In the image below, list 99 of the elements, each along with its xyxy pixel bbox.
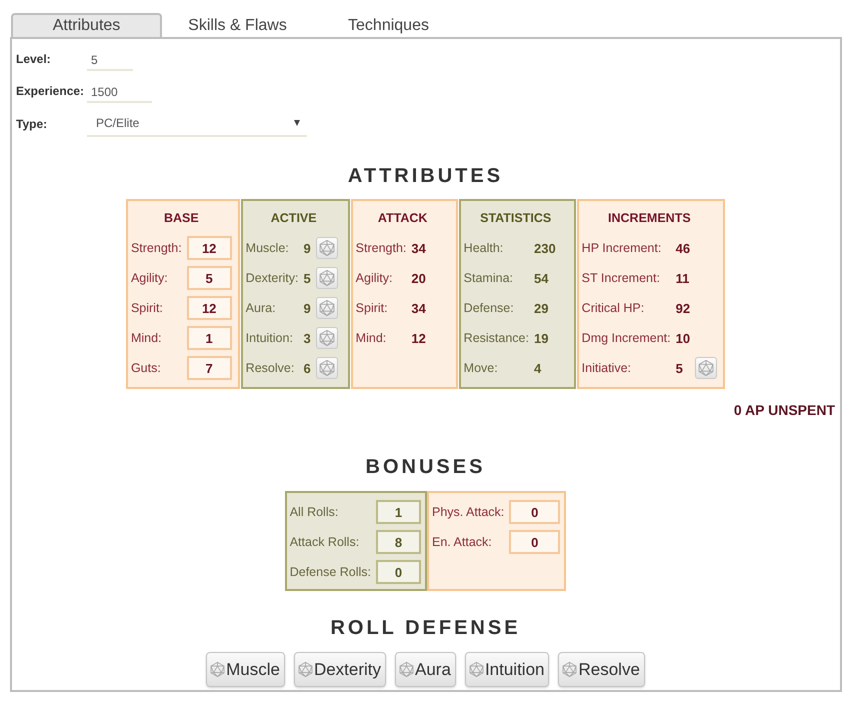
stat-label: Agility: [356, 271, 394, 285]
stat-label: En. Attack: [432, 535, 493, 549]
stat-label: HP Increment: [582, 241, 662, 255]
section-heading: BONUSES [366, 455, 486, 479]
column-heading: INCREMENTS [608, 210, 691, 226]
roll-defense-button[interactable]: Intuition [464, 652, 550, 687]
value-field[interactable]: 0 [376, 560, 422, 584]
input-field[interactable]: 5 [87, 47, 133, 71]
stat-label: Agility: [130, 271, 169, 285]
roll-button[interactable] [316, 357, 338, 379]
stat-value: 5 [676, 360, 684, 376]
die-icon [399, 662, 414, 677]
tab[interactable]: Skills & Flaws [162, 13, 313, 37]
roll-defense-button[interactable]: Muscle [206, 652, 285, 687]
stat-label: Stamina: [464, 271, 514, 285]
stat-label: ST Increment: [582, 271, 661, 285]
stat-label: Spirit: [356, 301, 389, 315]
stat-label: Defense: [464, 301, 515, 315]
stat-value: 20 [411, 270, 426, 286]
roll-button[interactable] [316, 297, 338, 319]
die-icon [318, 240, 335, 256]
stat-value: 34 [411, 240, 426, 256]
stat-label: Aura: [246, 301, 277, 315]
column-heading: BASE [164, 210, 199, 226]
stat-label: Strength: [356, 241, 406, 255]
roll-button[interactable] [695, 357, 718, 379]
stat-label: Initiative: [582, 361, 632, 375]
type-select[interactable]: PC/Elite [87, 111, 307, 137]
die-icon [698, 360, 714, 376]
stat-value: 230 [534, 240, 556, 256]
stat-value: 19 [534, 330, 550, 346]
field-label: Experience: [16, 84, 86, 98]
roll-defense-button[interactable]: Aura [395, 652, 456, 687]
stat-label: Move: [464, 361, 499, 375]
value-field[interactable]: 1 [186, 326, 232, 350]
stat-label: Resolve: [246, 361, 296, 375]
stat-label: Spirit: [130, 301, 164, 315]
stat-value: 4 [534, 360, 542, 376]
tab[interactable]: Attributes [11, 13, 162, 37]
input-field[interactable]: 1500 [87, 79, 152, 103]
die-icon [210, 662, 226, 677]
stat-label: Guts: [130, 361, 162, 375]
roll-button[interactable] [316, 237, 338, 259]
stat-label: Critical HP: [582, 301, 646, 315]
section-heading: ATTRIBUTES [348, 164, 504, 188]
stat-value: 9 [303, 300, 311, 316]
stat-label: Health: [464, 241, 504, 255]
section-heading: ROLL DEFENSE [330, 616, 521, 640]
roll-defense-button[interactable]: Resolve [558, 652, 645, 687]
value-field[interactable]: 12 [186, 296, 232, 320]
die-icon [318, 270, 335, 286]
stat-value: 29 [534, 300, 550, 316]
stat-value: 5 [303, 270, 311, 286]
unspent-points-text: 0 AP UNSPENT [734, 401, 835, 419]
die-icon [468, 662, 484, 677]
stat-label: Phys. Attack: [432, 505, 504, 519]
stat-label: Dexterity: [246, 271, 298, 285]
field-label: Level: [16, 52, 52, 66]
value-field[interactable]: 12 [186, 236, 232, 260]
stat-label: Strength: [130, 241, 182, 255]
stat-value: 12 [411, 330, 426, 346]
stat-label: Mind: [130, 331, 163, 345]
die-icon [318, 330, 335, 346]
field-label: Type: [16, 117, 48, 131]
stat-label: Muscle: [246, 241, 290, 255]
stat-label: Mind: [356, 331, 388, 345]
value-field[interactable]: 5 [186, 266, 232, 290]
tab[interactable]: Techniques [313, 13, 464, 37]
stat-value: 34 [411, 300, 426, 316]
stat-value: 9 [303, 240, 311, 256]
column-heading: STATISTICS [480, 210, 552, 226]
value-field[interactable]: 0 [509, 500, 560, 524]
die-icon [562, 662, 578, 677]
die-icon [318, 300, 335, 316]
stat-label: Intuition: [246, 331, 294, 345]
stat-value: 3 [303, 330, 311, 346]
stat-label: Defense Rolls: [290, 565, 372, 579]
stat-value: 92 [676, 300, 690, 316]
value-field[interactable]: 1 [376, 500, 422, 524]
value-field[interactable]: 7 [186, 356, 232, 380]
stat-label: All Rolls: [290, 505, 340, 519]
caret-down-icon [294, 120, 300, 126]
stat-value: 54 [534, 270, 550, 286]
stat-label: Dmg Increment: [582, 331, 671, 345]
stat-value: 6 [303, 360, 311, 376]
value-field[interactable]: 8 [376, 530, 422, 554]
stat-value: 11 [676, 270, 690, 286]
stat-label: Resistance: [464, 331, 529, 345]
value-field[interactable]: 0 [509, 530, 560, 554]
stat-value: 10 [676, 330, 690, 346]
stat-value: 46 [676, 240, 690, 256]
roll-button[interactable] [316, 327, 338, 349]
roll-defense-button[interactable]: Dexterity [294, 652, 386, 687]
die-icon [318, 360, 335, 376]
column-heading: ATTACK [378, 210, 428, 226]
stat-label: Attack Rolls: [290, 535, 360, 549]
column-heading: ACTIVE [270, 210, 317, 226]
roll-button[interactable] [316, 267, 338, 289]
die-icon [298, 662, 313, 677]
